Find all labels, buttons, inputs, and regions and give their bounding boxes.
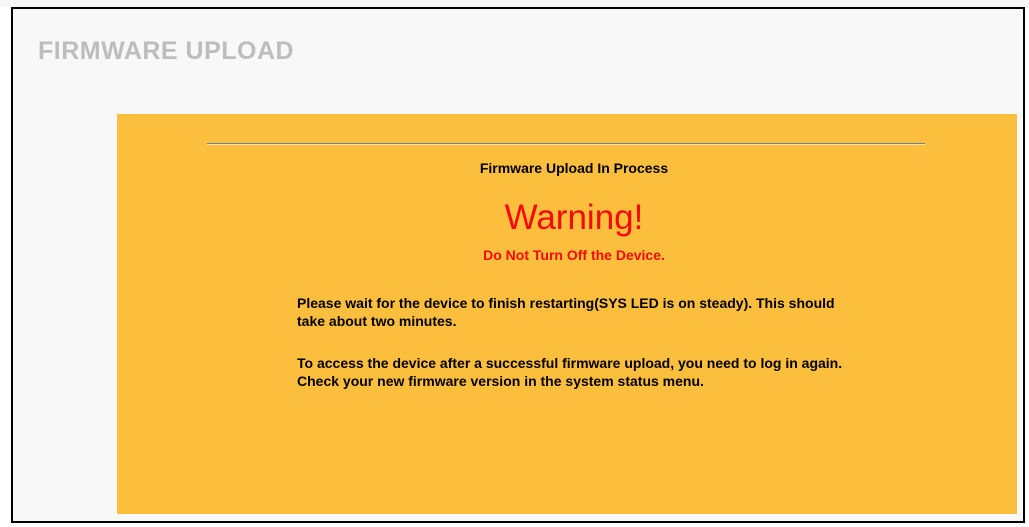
warning-title: Warning! (504, 198, 644, 237)
process-title: Firmware Upload In Process (479, 160, 669, 176)
restart-message: Please wait for the device to finish res… (297, 295, 835, 329)
top-strip (0, 0, 1029, 7)
firmware-upload-panel: Firmware Upload In Process Warning! Do N… (117, 114, 1017, 514)
figure-frame: FIRMWARE UPLOAD Firmware Upload In Proce… (11, 7, 1025, 523)
divider-line (207, 143, 925, 145)
page-title: FIRMWARE UPLOAD (38, 37, 295, 65)
login-message: To access the device after a successful … (297, 355, 843, 389)
warning-subtitle: Do Not Turn Off the Device. (483, 247, 665, 263)
